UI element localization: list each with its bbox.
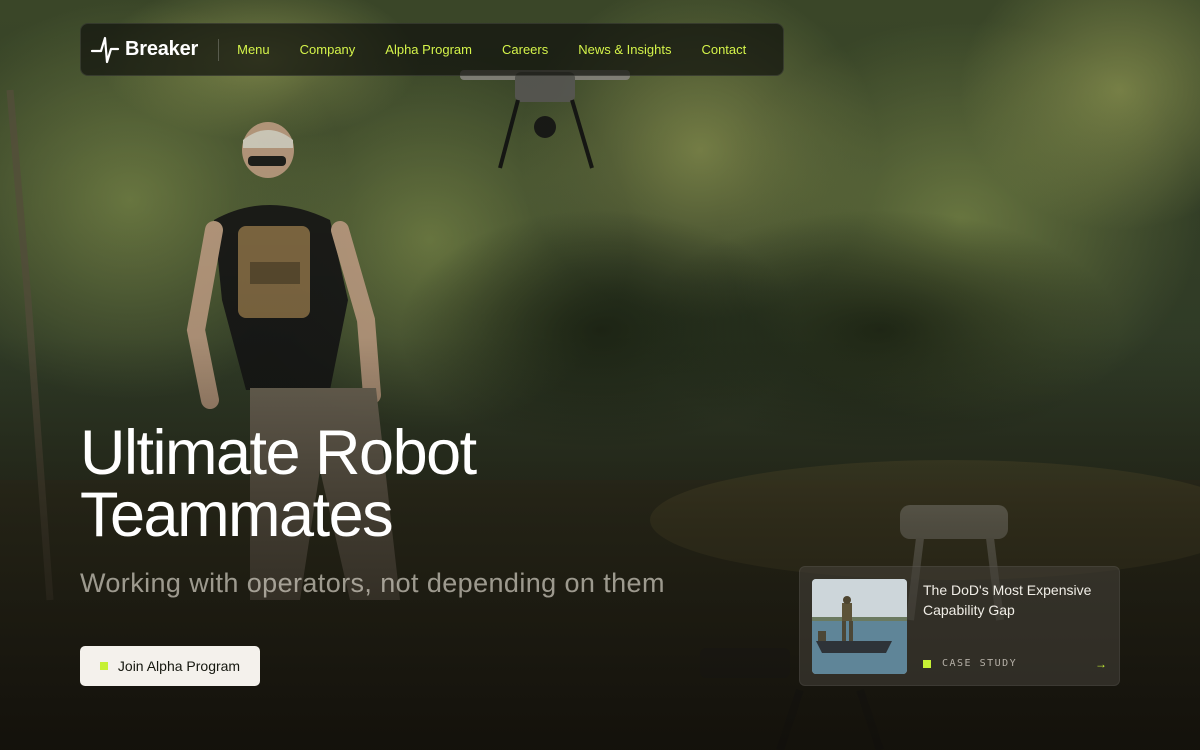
brand-logo[interactable]: Breaker (89, 24, 198, 75)
hero-title-line-1: Ultimate Robot (80, 418, 477, 488)
arrow-right-icon[interactable]: → (1095, 657, 1107, 671)
nav-links: Menu Company Alpha Program Careers News … (237, 42, 746, 57)
case-study-title: The DoD's Most Expensive Capability Gap (923, 582, 1092, 618)
join-alpha-program-button[interactable]: Join Alpha Program (80, 646, 260, 686)
nav-link-careers[interactable]: Careers (502, 42, 548, 57)
top-navbar: Breaker Menu Company Alpha Program Caree… (80, 23, 784, 76)
case-study-body: The DoD's Most Expensive Capability Gap … (907, 579, 1107, 673)
nav-link-company[interactable]: Company (300, 42, 356, 57)
brand-name: Breaker (125, 38, 199, 60)
hero-title-line-2: Teammates (80, 480, 394, 550)
case-study-tag: CASE STUDY (942, 658, 1018, 669)
nav-divider (218, 38, 220, 61)
square-dot-icon (99, 662, 108, 670)
square-dot-icon (923, 659, 931, 668)
cta-label: Join Alpha Program (117, 658, 241, 674)
nav-link-menu[interactable]: Menu (237, 42, 270, 57)
case-study-thumbnail (812, 579, 907, 674)
nav-link-contact[interactable]: Contact (701, 42, 746, 57)
nav-link-news-insights[interactable]: News & Insights (578, 42, 671, 57)
bolt-logo-icon (89, 34, 121, 66)
hero-subtitle: Working with operators, not depending on… (80, 568, 665, 598)
case-study-meta: CASE STUDY (923, 658, 1017, 669)
case-study-card[interactable]: The DoD's Most Expensive Capability Gap … (799, 566, 1120, 686)
nav-link-alpha-program[interactable]: Alpha Program (385, 42, 472, 57)
hero-title: Ultimate Robot Teammates (80, 422, 640, 547)
